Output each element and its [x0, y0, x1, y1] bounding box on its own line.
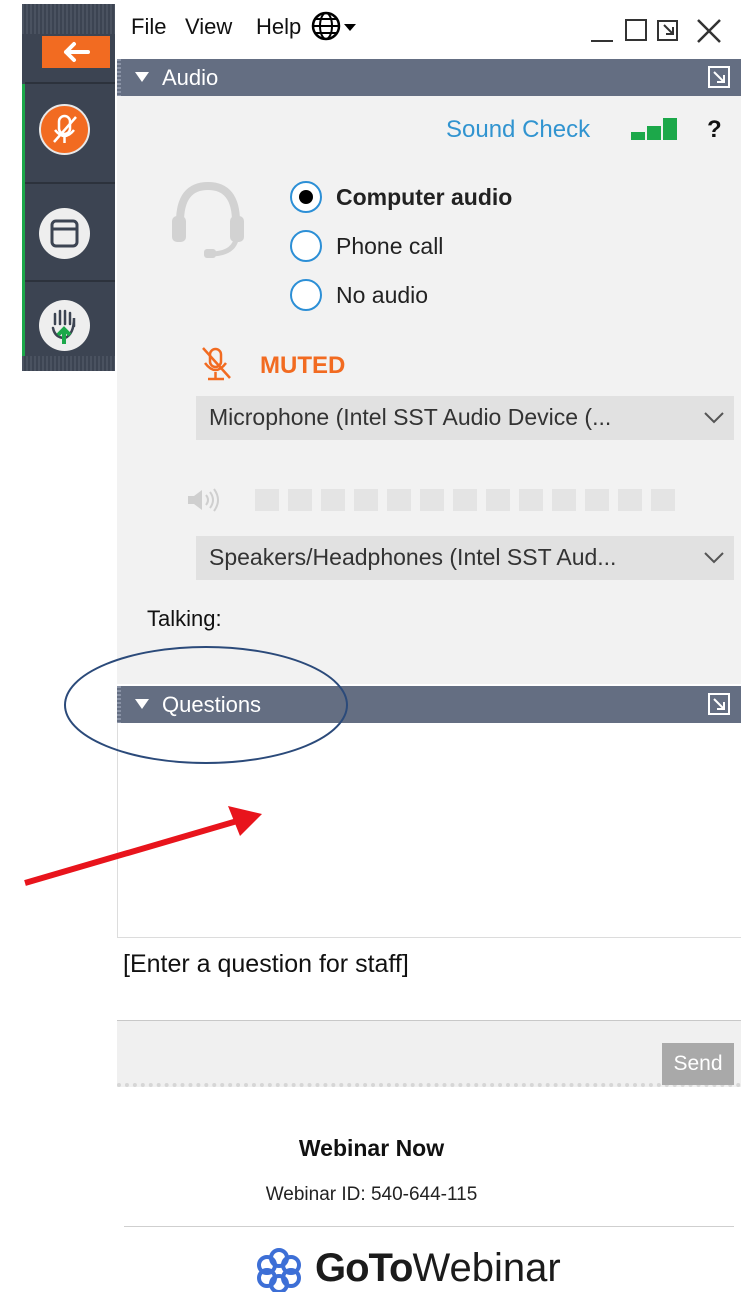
radio-computer-audio[interactable] [290, 181, 322, 213]
collapse-panel-button[interactable] [42, 36, 110, 68]
level-meter-cell [486, 489, 510, 511]
maximize-button[interactable] [623, 14, 649, 49]
webinar-footer: Webinar Now Webinar ID: 540-644-115 GoTo… [117, 1092, 741, 1305]
level-meter-cell [420, 489, 444, 511]
muted-status: MUTED [260, 352, 346, 379]
minimize-button[interactable] [589, 14, 615, 49]
menu-view[interactable]: View [185, 14, 232, 40]
brand-goto: GoTo [315, 1245, 413, 1290]
headset-icon [166, 176, 250, 267]
webinar-title: Webinar Now [298, 1135, 445, 1161]
show-screen-button[interactable] [39, 208, 90, 259]
computer-audio-label: Computer audio [336, 183, 513, 210]
raise-hand-icon [51, 309, 76, 344]
gotowebinar-flower-icon [257, 1248, 301, 1292]
audio-panel-title: Audio [162, 65, 219, 90]
level-meter-cell [387, 489, 411, 511]
restore-button[interactable] [655, 14, 681, 49]
sound-check-link[interactable]: Sound Check [446, 116, 590, 144]
screen-window-icon [50, 219, 79, 248]
mute-toggle-button[interactable] [39, 104, 90, 155]
close-button[interactable] [694, 14, 724, 49]
computer-audio-option[interactable]: Computer audio [290, 180, 512, 214]
toolbar-grip-top[interactable] [22, 4, 115, 34]
help-icon[interactable]: ? [707, 116, 722, 144]
questions-log [117, 723, 741, 937]
questions-panel-header[interactable]: Questions [117, 686, 741, 723]
raise-hand-button[interactable] [39, 300, 90, 351]
send-button[interactable]: Send [662, 1043, 734, 1085]
speaker-volume-icon [186, 486, 230, 519]
language-menu[interactable] [311, 10, 373, 50]
level-meter-cell [354, 489, 378, 511]
menu-file[interactable]: File [131, 14, 166, 40]
toolbar-accent [22, 84, 25, 356]
level-meter-cell [552, 489, 576, 511]
question-input[interactable]: [Enter a question for staff] [117, 937, 741, 1021]
globe-icon [311, 11, 356, 41]
send-bar: Send [117, 1021, 741, 1087]
microphone-muted-status-icon[interactable] [196, 345, 240, 388]
audio-panel-header[interactable]: Audio [117, 59, 741, 96]
audio-popout-button[interactable] [707, 65, 731, 94]
level-meter-cell [453, 489, 477, 511]
microphone-muted-icon [53, 114, 77, 143]
questions-popout-button[interactable] [707, 692, 731, 721]
level-meter-cell [288, 489, 312, 511]
speaker-select[interactable]: Speakers/Headphones (Intel SST Aud... [196, 536, 734, 580]
microphone-select-value: Microphone (Intel SST Audio Device (... [209, 404, 612, 430]
collapse-triangle-icon [135, 699, 149, 709]
collapse-triangle-icon [135, 72, 149, 82]
level-meter-cell [321, 489, 345, 511]
microphone-select[interactable]: Microphone (Intel SST Audio Device (... [196, 396, 734, 440]
level-meter-cell [519, 489, 543, 511]
menu-bar: File View Help [117, 0, 741, 56]
gotowebinar-logo: GoTo Webinar [251, 1244, 561, 1292]
talking-label: Talking: [147, 606, 222, 631]
back-arrow-icon [64, 42, 90, 62]
menu-help[interactable]: Help [256, 14, 301, 40]
no-audio-option[interactable]: No audio [290, 278, 428, 312]
no-audio-label: No audio [336, 281, 429, 308]
maximize-icon [625, 19, 647, 41]
footer-divider [124, 1226, 734, 1227]
level-meter-cell [651, 489, 675, 511]
level-meter-cell [255, 489, 279, 511]
restore-icon [657, 20, 678, 41]
phone-call-label: Phone call [336, 232, 444, 259]
level-meter-cell [585, 489, 609, 511]
radio-phone-call[interactable] [290, 230, 322, 262]
radio-no-audio[interactable] [290, 279, 322, 311]
popout-icon [708, 66, 730, 88]
minimize-icon [591, 40, 613, 42]
signal-strength-icon [628, 115, 688, 150]
speaker-select-value: Speakers/Headphones (Intel SST Aud... [209, 544, 617, 570]
floating-control-panel [22, 4, 115, 371]
level-meter-cell [618, 489, 642, 511]
webinar-id: Webinar ID: 540-644-115 [265, 1184, 478, 1205]
question-input-placeholder: [Enter a question for staff] [123, 950, 409, 978]
brand-webinar: Webinar [412, 1245, 561, 1290]
phone-call-option[interactable]: Phone call [290, 229, 443, 263]
toolbar-grip-bottom[interactable] [22, 356, 115, 371]
popout-icon [708, 693, 730, 715]
chevron-down-icon [703, 404, 725, 435]
chevron-down-icon [703, 544, 725, 575]
questions-panel-title: Questions [162, 692, 262, 717]
close-icon [697, 19, 721, 43]
